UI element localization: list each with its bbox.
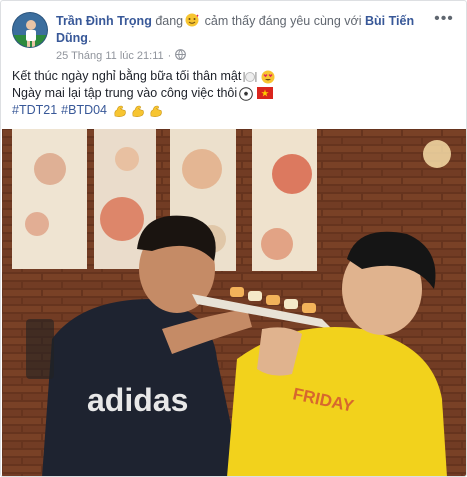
post-line-1-text: Kết thúc ngày nghỉ bằng bữa tối thân mật [12, 69, 242, 83]
flexed-biceps-icon [113, 104, 127, 118]
post-timestamp[interactable]: 25 Tháng 11 lúc 21:11 [56, 50, 164, 62]
shirt-text-adidas: adidas [87, 382, 188, 418]
soccer-ball-icon [239, 86, 253, 101]
post-header: Trần Đình Trọng đang cảm thấy đáng yêu c… [12, 11, 456, 62]
meta-separator: · [167, 50, 172, 62]
post-title-line: Trần Đình Trọng đang cảm thấy đáng yêu c… [56, 13, 436, 47]
post-meta: 25 Tháng 11 lúc 21:11 · [56, 49, 187, 63]
feeling-text: cảm thấy đáng yêu cùng với [204, 14, 362, 28]
feeling-prefix: đang [155, 14, 184, 28]
hashtag-btd04[interactable]: #BTD04 [61, 102, 107, 119]
author-avatar[interactable] [12, 12, 48, 48]
post-line-2-text: Ngày mai lại tập trung vào công việc thô… [12, 86, 238, 100]
post-body: Kết thúc ngày nghỉ bằng bữa tối thân mật… [12, 68, 452, 119]
heart-eyes-icon [261, 70, 275, 84]
fork-and-knife-with-plate-icon [243, 70, 257, 84]
ellipsis-icon: ••• [434, 10, 454, 27]
art-panel-1 [12, 129, 87, 269]
vietnam-flag-icon [257, 86, 274, 101]
flexed-biceps-icon [149, 104, 163, 118]
hashtag-tdt21[interactable]: #TDT21 [12, 102, 57, 119]
post-line-2: Ngày mai lại tập trung vào công việc thô… [12, 85, 452, 102]
globe-icon[interactable] [175, 49, 187, 63]
more-options-button[interactable]: ••• [434, 11, 454, 30]
post-line-3: #TDT21 #BTD04 [12, 102, 452, 119]
smiling-face-with-hearts-icon [185, 13, 199, 27]
post-card: Trần Đình Trọng đang cảm thấy đáng yêu c… [0, 0, 467, 477]
post-photo[interactable]: adidas FRIDAY [2, 129, 466, 476]
flexed-biceps-icon [131, 104, 145, 118]
tagged-suffix: . [87, 31, 92, 45]
author-name-link[interactable]: Trần Đình Trọng [56, 14, 152, 28]
post-line-1: Kết thúc ngày nghỉ bằng bữa tối thân mật [12, 68, 452, 85]
art-panel-4 [252, 129, 317, 271]
